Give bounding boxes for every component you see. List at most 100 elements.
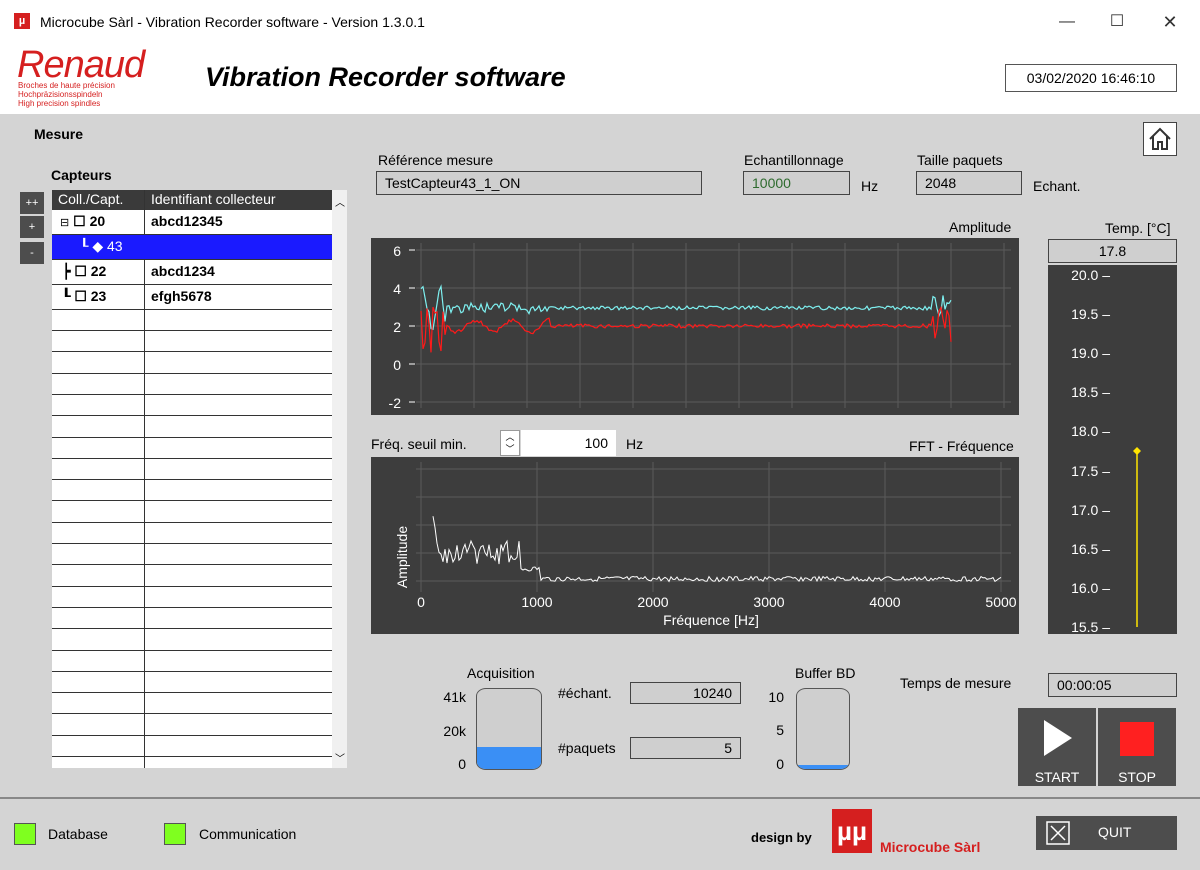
sensor-tree[interactable]: Coll./Capt. Identifiant collecteur ⊟ ☐ 2… [52,190,347,768]
buffer-tank [796,688,850,770]
app-icon: µ [14,13,30,29]
temp-tick: 18.0 – [1071,423,1110,439]
expand-all-button[interactable]: ++ [20,192,44,214]
acquisition-title: Acquisition [467,665,535,681]
ref-mesure-input[interactable]: TestCapteur43_1_ON [376,171,702,195]
tree-row-line [52,692,332,693]
tree-row-line [52,735,332,736]
logo-line-2: Hochpräzisionsspindeln [18,90,103,99]
temp-tick: 17.5 – [1071,463,1110,479]
tree-row[interactable]: ⊟ ☐ 20 abcd12345 [52,210,332,235]
fft-series [432,516,1002,583]
design-by-label: design by [751,830,812,845]
tree-row-line [52,607,332,608]
close-box-icon [1046,821,1070,845]
fft-xtick: 5000 [985,594,1016,610]
tree-row-line [52,650,332,651]
stop-label: STOP [1118,769,1156,785]
tree-row-line [52,586,332,587]
quit-button[interactable]: QUIT [1036,816,1177,850]
start-button[interactable]: START [1018,708,1096,786]
tree-row-line [52,373,332,374]
temp-tick: 19.0 – [1071,345,1110,361]
minimize-button[interactable]: — [1052,8,1082,36]
microcube-brand: Microcube Sàrl [880,839,981,855]
npaq-label: #paquets [558,740,616,756]
microcube-logo-icon: µµ [832,809,872,853]
fft-ylabel: Amplitude [394,526,410,588]
freq-seuil-spinner[interactable]: ︿ ﹀ [500,430,520,456]
amplitude-chart: 6 4 2 0 -2 [371,238,1019,415]
tree-row-line [52,713,332,714]
maximize-button[interactable]: ☐ [1102,8,1132,36]
temp-tick: 16.5 – [1071,541,1110,557]
fft-chart: Amplitude 0 1000 2000 3000 4000 5000 Fréquenc… [371,457,1019,634]
tree-header: Coll./Capt. Identifiant collecteur [52,190,332,210]
communication-label: Communication [199,826,297,842]
acquisition-fill [477,747,541,769]
fft-xtick: 2000 [637,594,668,610]
fft-plot: Amplitude 0 1000 2000 3000 4000 5000 Fréquenc… [394,462,1017,628]
tree-row-line [52,756,332,757]
home-button[interactable] [1143,122,1177,156]
mesure-label: Mesure [34,126,84,142]
logo-line-1: Broches de haute précision [18,81,115,90]
communication-status-led [164,823,186,845]
ref-mesure-label: Référence mesure [378,152,494,168]
temp-tick: 18.5 – [1071,384,1110,400]
buffer-tick: 5 [776,722,784,738]
stop-icon [1120,722,1154,756]
col-identifiant: Identifiant collecteur [151,191,276,207]
tree-row-line [52,394,332,395]
amp-ytick: 6 [393,243,401,259]
tree-scrollbar[interactable]: ︿ ﹀ [332,190,347,768]
taille-paquets-label: Taille paquets [917,152,1003,168]
nech-label: #échant. [558,685,612,701]
tree-row-line [52,671,332,672]
tree-row-line [52,437,332,438]
temp-value: 17.8 [1048,239,1177,263]
echantillonnage-unit: Hz [861,178,879,194]
amp-ytick: -2 [389,395,402,411]
expand-button[interactable]: + [20,216,44,238]
fft-xtick: 0 [417,594,425,610]
stop-button[interactable]: STOP [1098,708,1176,786]
tree-row-line [52,522,332,523]
database-label: Database [48,826,108,842]
app-header: Renaud Broches de haute précision Hochpr… [0,44,1200,114]
title-bar: µ Microcube Sàrl - Vibration Recorder so… [0,0,1200,44]
scroll-up-icon[interactable]: ︿ [335,194,345,209]
tree-row-line [52,458,332,459]
taille-paquets-unit: Echant. [1033,178,1081,194]
tree-row-line [52,415,332,416]
temp-level-marker [1133,447,1141,455]
temp-plot: 20.0 – 19.5 – 19.0 – 18.5 – 18.0 – 17.5 – 17.0… [1071,267,1141,635]
col-coll-capt: Coll./Capt. [58,191,124,207]
freq-seuil-input[interactable]: 100 [521,430,616,456]
fft-xtick: 3000 [753,594,784,610]
play-icon [1044,720,1072,756]
taille-paquets-field: 2048 [916,171,1022,195]
buffer-title: Buffer BD [795,665,856,681]
temps-mesure-label: Temps de mesure [900,675,1012,691]
quit-label: QUIT [1098,824,1132,840]
tree-row[interactable]: ┝ ☐ 22 abcd1234 [52,260,332,285]
buffer-fill [797,765,849,769]
acq-tick: 20k [443,723,466,739]
database-status-led [14,823,36,845]
buffer-tick: 0 [776,756,784,772]
collapse-button[interactable]: - [20,242,44,264]
temp-title: Temp. [°C] [1105,220,1171,236]
tree-row-line [52,479,332,480]
close-button[interactable]: ✕ [1155,8,1185,36]
temp-tick: 20.0 – [1071,267,1110,283]
capteurs-label: Capteurs [51,167,112,183]
home-icon [1149,127,1171,150]
temp-tick: 19.5 – [1071,306,1110,322]
scroll-down-icon[interactable]: ﹀ [335,750,345,765]
acq-tick: 0 [458,756,466,772]
tree-row-selected[interactable]: ┖ ◆ 43 [52,235,332,260]
amplitude-plot: 6 4 2 0 -2 [389,243,1011,411]
tree-row[interactable]: ┖ ☐ 23 efgh5678 [52,285,332,310]
freq-seuil-unit: Hz [626,436,644,452]
